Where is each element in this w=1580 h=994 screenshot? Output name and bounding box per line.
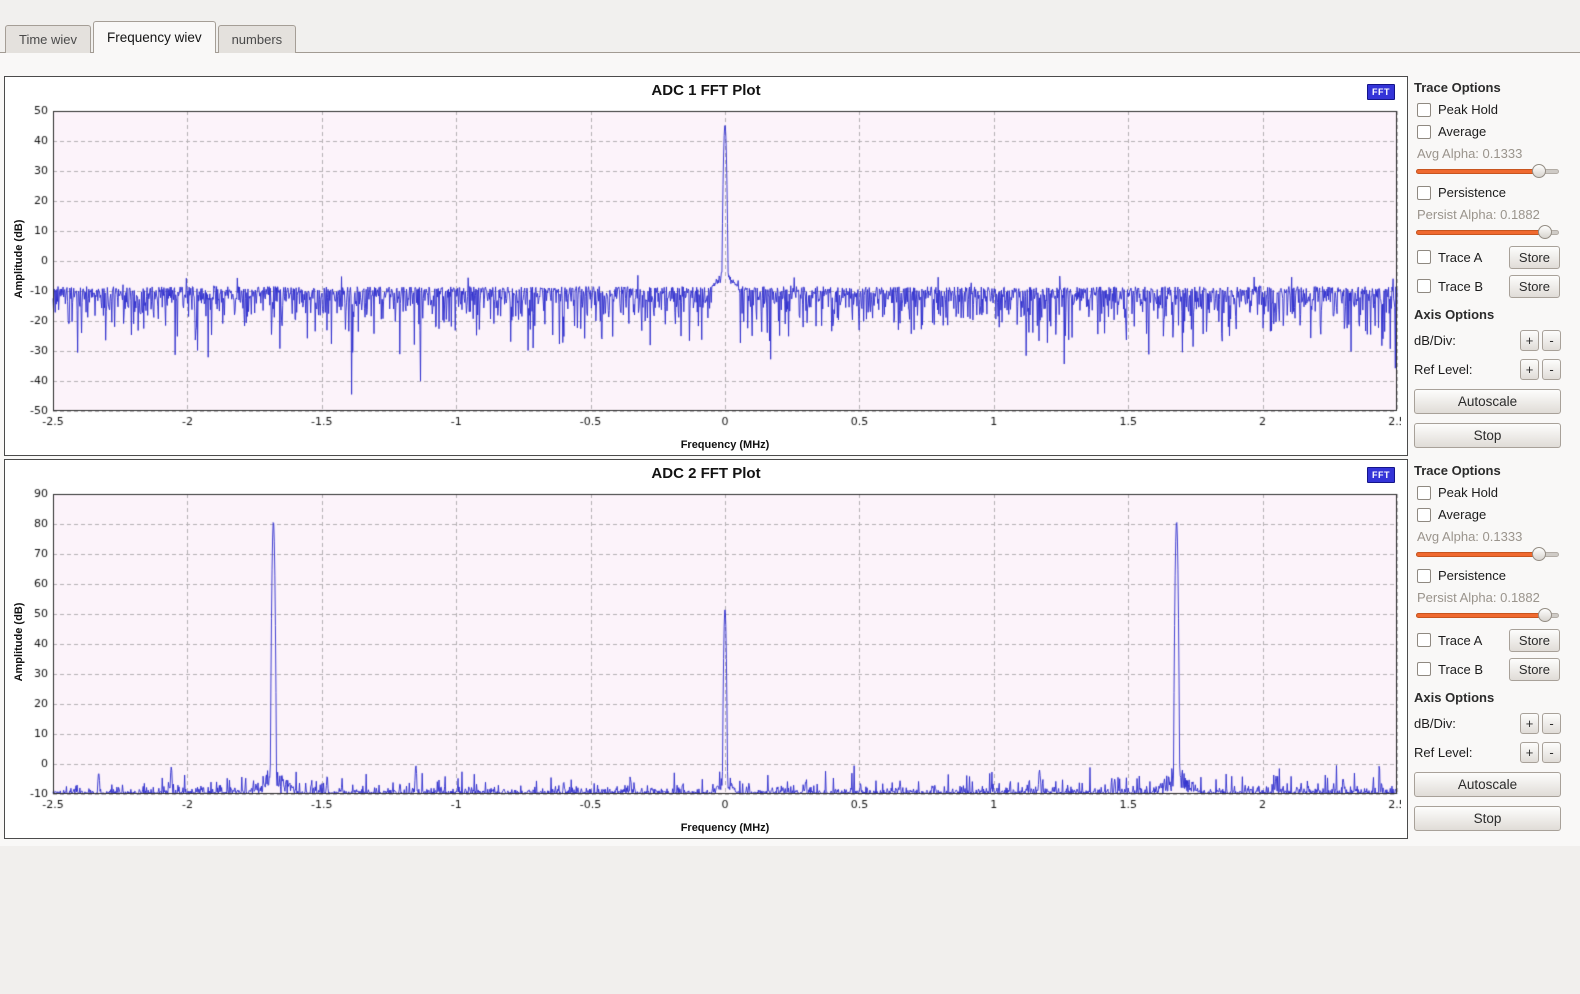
- db-div-row: dB/Div: + -: [1414, 329, 1561, 351]
- persist-alpha-label: Persist Alpha: 0.1882: [1417, 207, 1561, 222]
- persistence-checkbox[interactable]: [1417, 186, 1431, 200]
- trace-b-row: Trace B Store: [1417, 657, 1561, 681]
- db-div-plus-button[interactable]: +: [1520, 713, 1539, 734]
- trace-a-label: Trace A: [1438, 250, 1482, 265]
- trace-a-row: Trace A Store: [1417, 245, 1561, 269]
- trace-a-checkbox[interactable]: [1417, 633, 1431, 647]
- trace-a-row: Trace A Store: [1417, 628, 1561, 652]
- autoscale-button[interactable]: Autoscale: [1414, 389, 1561, 414]
- average-label: Average: [1438, 124, 1486, 139]
- stop-button[interactable]: Stop: [1414, 423, 1561, 448]
- adc1-x-axis-label: Frequency (MHz): [53, 439, 1397, 451]
- adc2-x-axis-label: Frequency (MHz): [53, 822, 1397, 834]
- tab-time-view[interactable]: Time wiev: [5, 25, 91, 53]
- adc2-fft-plot-frame: ADC 2 FFT Plot FFT Amplitude (dB) Freque…: [4, 459, 1408, 839]
- slider-handle[interactable]: [1538, 225, 1552, 239]
- trace-a-label: Trace A: [1438, 633, 1482, 648]
- adc2-trace-options-panel: Trace Options Peak Hold Average Avg Alph…: [1410, 459, 1567, 841]
- trace-a-checkbox[interactable]: [1417, 250, 1431, 264]
- persist-alpha-slider[interactable]: [1416, 608, 1559, 622]
- slider-fill: [1416, 230, 1545, 235]
- ref-level-plus-button[interactable]: +: [1520, 742, 1539, 763]
- ref-level-row: Ref Level: + -: [1414, 358, 1561, 380]
- ref-level-label: Ref Level:: [1414, 362, 1473, 377]
- axis-options-title: Axis Options: [1414, 690, 1561, 705]
- average-row: Average: [1417, 507, 1561, 522]
- persistence-checkbox[interactable]: [1417, 569, 1431, 583]
- store-trace-b-button[interactable]: Store: [1509, 275, 1560, 298]
- tab-numbers[interactable]: numbers: [218, 25, 297, 53]
- average-checkbox[interactable]: [1417, 508, 1431, 522]
- trace-b-checkbox[interactable]: [1417, 279, 1431, 293]
- trace-b-label: Trace B: [1438, 662, 1483, 677]
- ref-level-row: Ref Level: + -: [1414, 741, 1561, 763]
- ref-level-minus-button[interactable]: -: [1542, 359, 1561, 380]
- db-div-minus-button[interactable]: -: [1542, 330, 1561, 351]
- ref-level-plus-button[interactable]: +: [1520, 359, 1539, 380]
- ref-level-label: Ref Level:: [1414, 745, 1473, 760]
- axis-options-title: Axis Options: [1414, 307, 1561, 322]
- adc2-plot-title: ADC 2 FFT Plot: [5, 465, 1407, 482]
- fft-badge: FFT: [1367, 84, 1395, 100]
- slider-handle[interactable]: [1538, 608, 1552, 622]
- persistence-label: Persistence: [1438, 568, 1506, 583]
- avg-alpha-slider[interactable]: [1416, 164, 1559, 178]
- adc2-fft-canvas[interactable]: [13, 484, 1401, 818]
- persistence-row: Persistence: [1417, 568, 1561, 583]
- persist-alpha-slider[interactable]: [1416, 225, 1559, 239]
- db-div-plus-button[interactable]: +: [1520, 330, 1539, 351]
- tab-bar: Time wiev Frequency wiev numbers: [5, 21, 298, 53]
- adc1-fft-plot-frame: ADC 1 FFT Plot FFT Amplitude (dB) Freque…: [4, 76, 1408, 456]
- avg-alpha-label: Avg Alpha: 0.1333: [1417, 529, 1561, 544]
- adc1-plot-title: ADC 1 FFT Plot: [5, 82, 1407, 99]
- trace-options-title: Trace Options: [1414, 463, 1561, 478]
- persistence-row: Persistence: [1417, 185, 1561, 200]
- persistence-label: Persistence: [1438, 185, 1506, 200]
- adc1-trace-options-panel: Trace Options Peak Hold Average Avg Alph…: [1410, 76, 1567, 458]
- db-div-label: dB/Div:: [1414, 333, 1456, 348]
- slider-fill: [1416, 169, 1539, 174]
- peak-hold-row: Peak Hold: [1417, 102, 1561, 117]
- peak-hold-checkbox[interactable]: [1417, 486, 1431, 500]
- store-trace-b-button[interactable]: Store: [1509, 658, 1560, 681]
- slider-handle[interactable]: [1532, 164, 1546, 178]
- avg-alpha-label: Avg Alpha: 0.1333: [1417, 146, 1561, 161]
- peak-hold-label: Peak Hold: [1438, 102, 1498, 117]
- persist-alpha-label: Persist Alpha: 0.1882: [1417, 590, 1561, 605]
- avg-alpha-slider[interactable]: [1416, 547, 1559, 561]
- peak-hold-row: Peak Hold: [1417, 485, 1561, 500]
- slider-fill: [1416, 613, 1545, 618]
- trace-b-label: Trace B: [1438, 279, 1483, 294]
- stop-button[interactable]: Stop: [1414, 806, 1561, 831]
- trace-options-title: Trace Options: [1414, 80, 1561, 95]
- db-div-row: dB/Div: + -: [1414, 712, 1561, 734]
- db-div-label: dB/Div:: [1414, 716, 1456, 731]
- peak-hold-label: Peak Hold: [1438, 485, 1498, 500]
- db-div-minus-button[interactable]: -: [1542, 713, 1561, 734]
- autoscale-button[interactable]: Autoscale: [1414, 772, 1561, 797]
- trace-b-row: Trace B Store: [1417, 274, 1561, 298]
- empty-area: [0, 846, 1580, 994]
- slider-fill: [1416, 552, 1539, 557]
- trace-b-checkbox[interactable]: [1417, 662, 1431, 676]
- fft-badge: FFT: [1367, 467, 1395, 483]
- average-row: Average: [1417, 124, 1561, 139]
- average-label: Average: [1438, 507, 1486, 522]
- tab-frequency-view[interactable]: Frequency wiev: [93, 21, 216, 53]
- adc1-fft-canvas[interactable]: [13, 101, 1401, 435]
- store-trace-a-button[interactable]: Store: [1509, 629, 1560, 652]
- ref-level-minus-button[interactable]: -: [1542, 742, 1561, 763]
- store-trace-a-button[interactable]: Store: [1509, 246, 1560, 269]
- peak-hold-checkbox[interactable]: [1417, 103, 1431, 117]
- average-checkbox[interactable]: [1417, 125, 1431, 139]
- slider-handle[interactable]: [1532, 547, 1546, 561]
- tab-content-area: ADC 1 FFT Plot FFT Amplitude (dB) Freque…: [0, 52, 1580, 994]
